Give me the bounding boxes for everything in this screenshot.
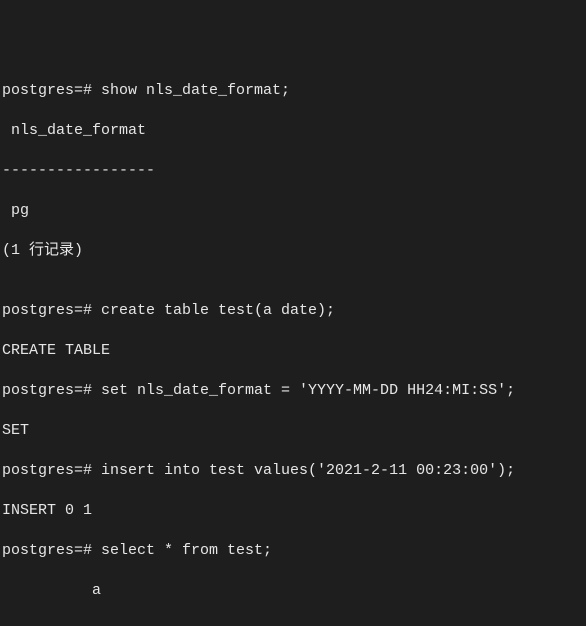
terminal-line: ----------------- [2,161,584,181]
terminal-line: a [2,581,584,601]
terminal-line: postgres=# create table test(a date); [2,301,584,321]
terminal-line: postgres=# show nls_date_format; [2,81,584,101]
terminal-line: (1 行记录) [2,241,584,261]
terminal-line: postgres=# select * from test; [2,541,584,561]
terminal-line: INSERT 0 1 [2,501,584,521]
terminal-line: postgres=# insert into test values('2021… [2,461,584,481]
terminal-line: --------------------- [2,621,584,626]
terminal-line: postgres=# set nls_date_format = 'YYYY-M… [2,381,584,401]
terminal-line: CREATE TABLE [2,341,584,361]
terminal-line: SET [2,421,584,441]
terminal-line: pg [2,201,584,221]
terminal-line: nls_date_format [2,121,584,141]
